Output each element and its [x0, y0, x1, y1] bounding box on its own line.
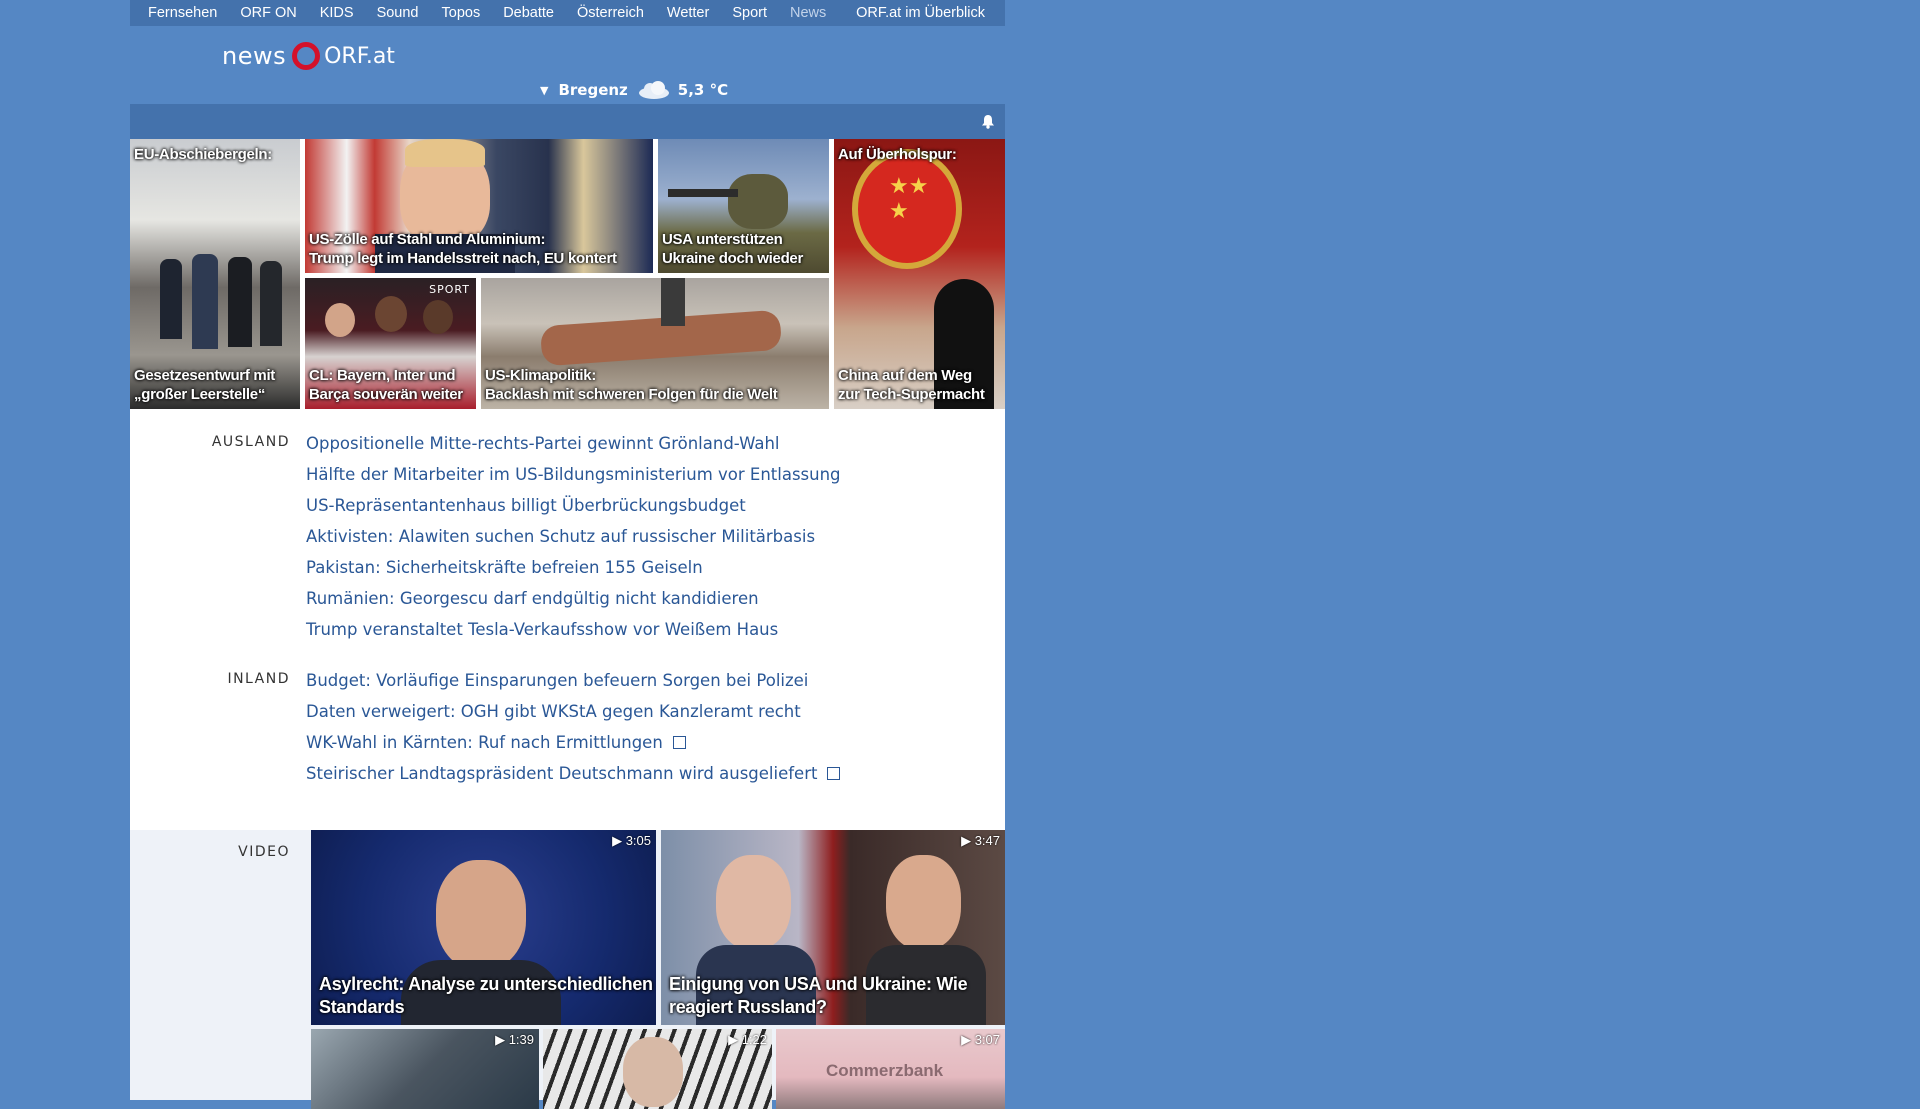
- triangle-down-icon: ▼: [540, 83, 549, 97]
- weather-widget[interactable]: ▼ Bregenz 5,3 °C: [540, 80, 728, 100]
- hero-tile-caption: China auf dem Weg zur Tech-Supermacht: [838, 366, 985, 404]
- headline-link[interactable]: Budget: Vorläufige Einsparungen befeuern…: [306, 668, 840, 699]
- hero-tile-china-tech[interactable]: ★★ ★ Auf Überholspur: China auf dem Weg z…: [834, 139, 1005, 409]
- cloud-icon: [638, 81, 669, 99]
- video-caption: Asylrecht: Analyse zu unterschiedlichen …: [319, 973, 653, 1019]
- hero-tile-caption: US-Zölle auf Stahl und Aluminium: Trump …: [309, 230, 617, 268]
- section-label: AUSLAND: [211, 434, 290, 450]
- headline-link[interactable]: Daten verweigert: OGH gibt WKStA gegen K…: [306, 699, 840, 730]
- logo-orf-text: ORF.at: [324, 43, 395, 69]
- external-link-icon: [827, 767, 841, 780]
- hero-tile-cl-sport[interactable]: SPORT CL: Bayern, Inter und Barça souver…: [305, 278, 476, 409]
- video-tile[interactable]: Commerzbank ▶ 3:07: [776, 1029, 1005, 1109]
- caption-line: CL: Bayern, Inter und: [309, 367, 456, 384]
- external-link-icon: [672, 736, 686, 749]
- hero-tile-caption: USA unterstützen Ukraine doch wieder: [662, 230, 803, 268]
- section-ausland: AUSLAND Oppositionelle Mitte-rechts-Part…: [130, 431, 1005, 648]
- caption-line: Trump legt im Handelsstreit nach, EU kon…: [309, 250, 617, 267]
- nav-topos[interactable]: Topos: [442, 5, 481, 21]
- nav-wetter[interactable]: Wetter: [667, 5, 709, 21]
- section-label: VIDEO: [238, 844, 290, 860]
- nav-oesterreich[interactable]: Österreich: [577, 5, 644, 21]
- weather-temperature: 5,3 °C: [677, 81, 729, 99]
- headline-text: Steirischer Landtagspräsident Deutschman…: [306, 764, 818, 783]
- headline-link[interactable]: Oppositionelle Mitte-rechts-Partei gewin…: [306, 431, 841, 462]
- page-container: Fernsehen ORF ON KIDS Sound Topos Debatt…: [130, 0, 1005, 1109]
- nav-news[interactable]: News: [790, 5, 826, 21]
- hero-tile-top-caption: EU-Abschiebergeln:: [134, 146, 272, 163]
- headline-link[interactable]: Aktivisten: Alawiten suchen Schutz auf r…: [306, 524, 841, 555]
- bell-icon[interactable]: [981, 114, 995, 129]
- section-inland: INLAND Budget: Vorläufige Einsparungen b…: [130, 668, 1005, 792]
- video-duration: ▶ 1:22: [728, 1032, 767, 1047]
- hero-tile-us-zoelle[interactable]: US-Zölle auf Stahl und Aluminium: Trump …: [305, 139, 653, 273]
- caption-line: US-Zölle auf Stahl und Aluminium:: [309, 231, 546, 248]
- section-video: VIDEO ▶ 3:05 Asylrecht: Analyse zu unter…: [130, 830, 1005, 1109]
- logo-news-text: news: [222, 42, 287, 70]
- site-header: news ORF.at ▼ Bregenz 5,3 °C: [130, 26, 1005, 104]
- video-tile[interactable]: ▶ 1:22: [543, 1029, 772, 1109]
- video-duration: ▶ 3:05: [612, 833, 651, 848]
- video-duration: ▶ 3:47: [961, 833, 1000, 848]
- caption-line: US-Klimapolitik:: [485, 367, 597, 384]
- caption-line: zur Tech-Supermacht: [838, 386, 985, 403]
- headline-link-external[interactable]: Steirischer Landtagspräsident Deutschman…: [306, 761, 841, 792]
- hero-tile-caption: US-Klimapolitik: Backlash mit schweren F…: [485, 366, 778, 404]
- caption-line: China auf dem Weg: [838, 367, 972, 384]
- nav-debatte[interactable]: Debatte: [503, 5, 554, 21]
- hero-tile-eu-abschieberegeln[interactable]: EU-Abschiebergeln: Gesetzesentwurf mit „…: [130, 139, 300, 409]
- nav-fernsehen[interactable]: Fernsehen: [148, 5, 217, 21]
- video-duration: ▶ 3:07: [961, 1032, 1000, 1047]
- hero-tile-us-klimapolitik[interactable]: US-Klimapolitik: Backlash mit schweren F…: [481, 278, 829, 409]
- headline-link[interactable]: US-Repräsentantenhaus billigt Überbrücku…: [306, 493, 841, 524]
- video-tile[interactable]: ▶ 3:05 Asylrecht: Analyse zu unterschied…: [311, 830, 656, 1025]
- orf-eye-icon: [292, 42, 321, 70]
- video-duration: ▶ 1:39: [495, 1032, 534, 1047]
- caption-line: Einigung von USA und Ukraine: Wie: [669, 974, 968, 994]
- section-label: INLAND: [227, 671, 290, 687]
- headline-link[interactable]: Rumänien: Georgescu darf endgültig nicht…: [306, 586, 841, 617]
- headline-list: Budget: Vorläufige Einsparungen befeuern…: [306, 668, 841, 792]
- nav-orf-on[interactable]: ORF ON: [240, 5, 296, 21]
- headline-link[interactable]: Pakistan: Sicherheitskräfte befreien 155…: [306, 555, 841, 586]
- headline-text: WK-Wahl in Kärnten: Ruf nach Ermittlunge…: [306, 733, 663, 752]
- headline-link[interactable]: Trump veranstaltet Tesla-Verkaufsshow vo…: [306, 617, 841, 648]
- nav-sound[interactable]: Sound: [377, 5, 419, 21]
- hero-grid: EU-Abschiebergeln: Gesetzesentwurf mit „…: [130, 139, 1005, 409]
- headline-list: Oppositionelle Mitte-rechts-Partei gewin…: [306, 431, 841, 648]
- nav-kids[interactable]: KIDS: [320, 5, 354, 21]
- caption-line: Barça souverän weiter: [309, 386, 463, 403]
- sub-bar: [130, 104, 1005, 139]
- headline-link[interactable]: Hälfte der Mitarbeiter im US-Bildungsmin…: [306, 462, 841, 493]
- caption-line: Ukraine doch wieder: [662, 250, 804, 267]
- headline-link-external[interactable]: WK-Wahl in Kärnten: Ruf nach Ermittlunge…: [306, 730, 840, 761]
- caption-line: reagiert Russland?: [669, 997, 827, 1017]
- top-navigation: Fernsehen ORF ON KIDS Sound Topos Debatt…: [130, 0, 1005, 26]
- hero-tile-top-caption: Auf Überholspur:: [838, 146, 957, 163]
- video-tile[interactable]: ▶ 1:39: [311, 1029, 539, 1109]
- caption-line: Standards: [319, 997, 405, 1017]
- nav-overview[interactable]: ORF.at im Überblick: [856, 5, 985, 21]
- caption-line: Backlash mit schweren Folgen für die Wel…: [485, 386, 778, 403]
- caption-line: „großer Leerstelle“: [134, 386, 266, 403]
- news-orf-logo[interactable]: news ORF.at: [222, 42, 395, 70]
- sport-badge: SPORT: [429, 283, 470, 296]
- hero-tile-usa-ukraine[interactable]: USA unterstützen Ukraine doch wieder: [658, 139, 829, 273]
- caption-line: Gesetzesentwurf mit: [134, 367, 276, 384]
- weather-location: Bregenz: [558, 81, 628, 99]
- caption-line: Asylrecht: Analyse zu unterschiedlichen: [319, 974, 653, 994]
- hero-tile-caption: Gesetzesentwurf mit „großer Leerstelle“: [134, 366, 275, 404]
- commerzbank-sign: Commerzbank: [826, 1061, 944, 1080]
- video-tile[interactable]: ▶ 3:47 Einigung von USA und Ukraine: Wie…: [661, 830, 1005, 1025]
- nav-sport[interactable]: Sport: [732, 5, 767, 21]
- caption-line: USA unterstützen: [662, 231, 783, 248]
- video-caption: Einigung von USA und Ukraine: Wie reagie…: [669, 973, 968, 1019]
- news-lists: AUSLAND Oppositionelle Mitte-rechts-Part…: [130, 409, 1005, 830]
- hero-tile-caption: CL: Bayern, Inter und Barça souverän wei…: [309, 366, 463, 404]
